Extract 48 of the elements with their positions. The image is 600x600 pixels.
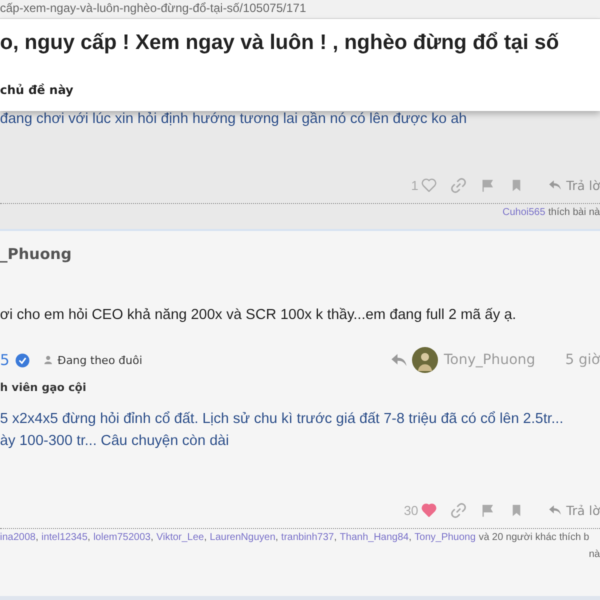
address-bar[interactable]: cấp-xem-ngay-và-luôn-nghèo-đừng-đổ-tại-số/105075/171 — [0, 0, 600, 19]
comma-separator: , — [88, 532, 90, 543]
reply-arrow-icon — [548, 503, 562, 517]
quote-text: ày 100-300 tr... Câu chuyện còn dài — [0, 432, 230, 451]
reply-button[interactable]: Trả lờ — [548, 502, 600, 518]
flag-button[interactable] — [480, 502, 496, 518]
reply-button[interactable]: Trả lờ — [548, 178, 600, 192]
liker-link[interactable]: tranbinh737 — [281, 532, 334, 543]
liker-link[interactable]: ina2008 — [0, 532, 36, 543]
reply-arrow-icon — [548, 178, 562, 192]
liker-link[interactable]: LaurenNguyen — [210, 532, 276, 543]
follow-status: Đang theo đuôi — [58, 354, 142, 366]
flag-icon — [480, 178, 496, 192]
quote-text: 5 x2x4x5 đừng hỏi đỉnh cổ đất. Lịch sử chu kì trước giá đất 7-8 triệu đã có cổ lên 2.5tr... — [0, 410, 564, 429]
topic-title: o, nguy cấp ! Xem ngay và luôn ! , nghèo đừng đổ tại số — [0, 31, 560, 55]
topic-subtitle: chủ đề này — [0, 83, 74, 97]
comma-separator: , — [334, 532, 337, 543]
like-button[interactable]: 30 — [404, 502, 438, 518]
flag-icon — [480, 502, 496, 518]
flag-button[interactable] — [480, 178, 496, 192]
person-icon — [44, 355, 54, 365]
liker-link[interactable]: Viktor_Lee — [156, 532, 204, 543]
post-time: 5 giờ — [565, 352, 600, 368]
liker-link[interactable]: lolem752003 — [93, 532, 151, 543]
liker-link[interactable]: Tony_Phuong — [414, 532, 476, 543]
post-text: ơi cho em hỏi CEO khả năng 200x và SCR 100x k thầy...em đang full 2 mã ấy ạ. — [0, 307, 518, 323]
avatar — [412, 347, 438, 373]
user-title: h viên gạo cội — [0, 381, 88, 394]
likes-text: thích bài nà — [548, 207, 600, 218]
likes-text: nà — [588, 549, 600, 560]
link-icon — [451, 178, 466, 192]
comma-separator: , — [150, 532, 154, 543]
liker-link[interactable]: Cuhoi565 — [502, 207, 546, 218]
liker-link[interactable]: intel12345 — [41, 532, 88, 543]
link-icon — [451, 502, 466, 518]
comma-separator: , — [204, 532, 207, 543]
post-text: đang chơi với lúc xin hỏi định hướng tương lai gần nó có lên được ko ah — [0, 111, 468, 127]
quote-author-link[interactable]: 5 — [0, 351, 10, 369]
like-button[interactable]: 1 — [411, 178, 438, 192]
comma-separator: , — [408, 532, 412, 543]
reply-to-user[interactable]: Tony_Phuong — [444, 352, 536, 368]
comma-separator: , — [275, 532, 278, 543]
link-button[interactable] — [451, 502, 466, 518]
link-button[interactable] — [451, 178, 466, 192]
likes-text: và 20 người khác thích b — [478, 532, 590, 543]
comma-separator: , — [36, 532, 38, 543]
author-name: _Phuong — [0, 245, 73, 263]
liker-link[interactable]: Thanh_Hang84 — [340, 532, 409, 543]
